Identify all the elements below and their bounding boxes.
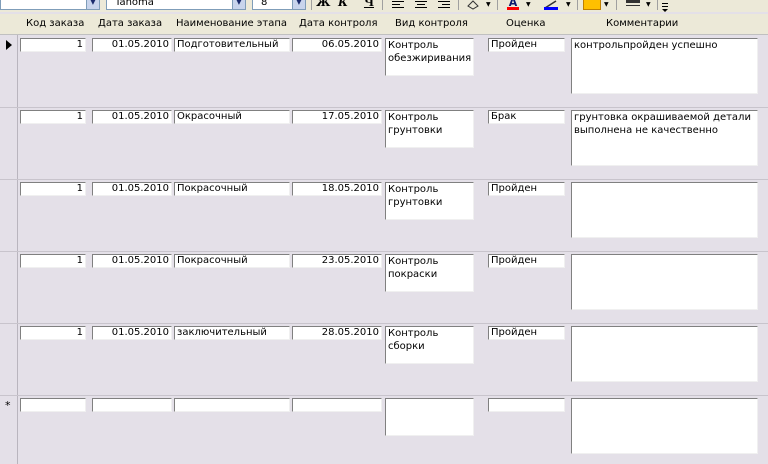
comments-field[interactable]	[571, 398, 758, 454]
order-code-field[interactable]: 1	[20, 254, 86, 268]
control-date-field[interactable]: 23.05.2010	[292, 254, 382, 268]
line-color-icon[interactable]	[544, 0, 558, 10]
chevron-down-icon[interactable]: ▼	[646, 0, 651, 10]
grade-field[interactable]: Пройден	[488, 254, 565, 268]
control-date-field[interactable]: 17.05.2010	[292, 110, 382, 124]
stage-name-field[interactable]: Покрасочный	[174, 182, 290, 196]
control-date-field[interactable]: 18.05.2010	[292, 182, 382, 196]
chevron-down-icon[interactable]: ▼	[86, 0, 99, 9]
underline-button[interactable]: Ч	[362, 0, 376, 10]
chevron-down-icon[interactable]: ▼	[604, 0, 609, 10]
toolbar-separator	[657, 0, 658, 10]
control-type-field[interactable]: Контроль покраски	[385, 254, 474, 292]
formatting-toolbar: ▼ Tahoma ▼ 8 ▼ Ж К Ч ▼ A ▼ ▼ ▼ ▼	[0, 0, 768, 12]
order-date-field[interactable]: 01.05.2010	[92, 182, 172, 196]
row-divider	[0, 251, 768, 252]
font-color-swatch	[507, 7, 519, 10]
column-header-grade: Оценка	[506, 18, 546, 29]
order-date-field[interactable]	[92, 398, 172, 412]
row-divider	[0, 107, 768, 108]
order-code-field[interactable]: 1	[20, 110, 86, 124]
order-code-field[interactable]: 1	[20, 326, 86, 340]
object-combo[interactable]: ▼	[0, 0, 100, 10]
order-code-field[interactable]: 1	[20, 182, 86, 196]
control-type-field[interactable]: Контроль обезжиривания	[385, 38, 474, 76]
column-header-comments: Комментарии	[606, 18, 679, 29]
chevron-down-icon[interactable]: ▼	[232, 0, 245, 9]
comments-field[interactable]	[571, 254, 758, 310]
italic-button[interactable]: К	[336, 0, 350, 10]
grade-field[interactable]: Пройден	[488, 326, 565, 340]
column-header-order-code: Код заказа	[26, 18, 85, 29]
column-header-control-type: Вид контроля	[395, 18, 468, 29]
order-date-field[interactable]: 01.05.2010	[92, 38, 172, 52]
grade-field[interactable]: Пройден	[488, 38, 565, 52]
current-record-pointer-icon	[6, 40, 12, 50]
align-center-icon[interactable]	[415, 0, 427, 10]
align-right-icon[interactable]	[438, 0, 450, 10]
order-code-field[interactable]	[20, 398, 86, 412]
stage-name-field[interactable]: Подготовительный	[174, 38, 290, 52]
control-date-field[interactable]: 28.05.2010	[292, 326, 382, 340]
control-type-field[interactable]: Контроль сборки	[385, 326, 474, 364]
order-date-field[interactable]: 01.05.2010	[92, 326, 172, 340]
grade-field[interactable]: Пройден	[488, 182, 565, 196]
control-type-field[interactable]: Контроль грунтовки	[385, 182, 474, 220]
control-date-field[interactable]	[292, 398, 382, 412]
control-type-field[interactable]: Контроль грунтовки	[385, 110, 474, 148]
align-left-icon[interactable]	[392, 0, 404, 10]
form-header: Код заказа Дата заказа Наименование этап…	[0, 14, 768, 35]
grade-field[interactable]: Брак	[488, 110, 565, 124]
bold-button[interactable]: Ж	[316, 0, 330, 10]
stage-name-field[interactable]: заключительный	[174, 326, 290, 340]
toolbar-separator	[497, 0, 498, 10]
chevron-down-icon[interactable]: ▼	[526, 0, 531, 10]
row-divider	[0, 395, 768, 396]
order-date-field[interactable]: 01.05.2010	[92, 110, 172, 124]
control-date-field[interactable]: 06.05.2010	[292, 38, 382, 52]
toolbar-separator	[616, 0, 617, 10]
order-code-field[interactable]: 1	[20, 38, 86, 52]
chevron-down-icon[interactable]: ▼	[292, 0, 305, 9]
row-divider	[0, 179, 768, 180]
comments-field[interactable]	[571, 182, 758, 238]
chevron-down-icon[interactable]: ▼	[486, 0, 491, 10]
line-border-width-icon[interactable]	[626, 0, 640, 10]
grade-field[interactable]	[488, 398, 565, 412]
font-name-value: Tahoma	[115, 0, 154, 8]
font-size-value: 8	[261, 0, 268, 8]
toolbar-separator	[382, 0, 383, 10]
comments-field[interactable]	[571, 326, 758, 382]
fill-back-color-button[interactable]	[583, 0, 601, 10]
row-divider	[0, 323, 768, 324]
fill-color-icon[interactable]	[466, 0, 480, 10]
comments-field[interactable]: грунтовка окрашиваемой детали выполнена …	[571, 110, 758, 166]
column-header-stage-name: Наименование этапа	[176, 18, 287, 29]
toolbar-separator	[458, 0, 459, 10]
chevron-down-icon[interactable]: ▼	[566, 0, 571, 10]
stage-name-field[interactable]	[174, 398, 290, 412]
column-header-control-date: Дата контроля	[299, 18, 378, 29]
toolbar-separator	[577, 0, 578, 10]
font-name-combo[interactable]: Tahoma ▼	[106, 0, 246, 10]
font-size-combo[interactable]: 8 ▼	[252, 0, 306, 10]
control-type-field[interactable]	[385, 398, 474, 436]
new-record-icon: *	[5, 399, 11, 412]
stage-name-field[interactable]: Покрасочный	[174, 254, 290, 268]
toolbar-options-icon[interactable]	[661, 0, 669, 12]
toolbar-separator	[311, 0, 312, 10]
stage-name-field[interactable]: Окрасочный	[174, 110, 290, 124]
comments-field[interactable]: контрольпройден успешно	[571, 38, 758, 94]
column-header-order-date: Дата заказа	[98, 18, 163, 29]
order-date-field[interactable]: 01.05.2010	[92, 254, 172, 268]
